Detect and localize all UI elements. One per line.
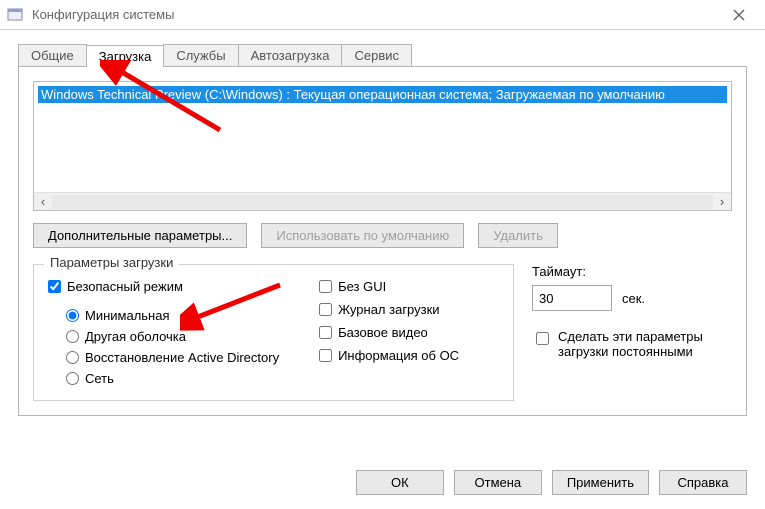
safe-mode-checkbox[interactable]: Безопасный режим xyxy=(48,279,279,294)
app-icon xyxy=(6,6,24,24)
network-radio[interactable]: Сеть xyxy=(66,371,279,386)
cancel-button[interactable]: Отмена xyxy=(454,470,542,495)
minimal-radio[interactable]: Минимальная xyxy=(66,308,279,323)
no-gui-checkbox[interactable]: Без GUI xyxy=(319,279,459,294)
horizontal-scrollbar[interactable]: ‹ › xyxy=(34,192,731,210)
dialog-button-row: ОК Отмена Применить Справка xyxy=(356,470,747,495)
delete-button: Удалить xyxy=(478,223,558,248)
boot-entry-list[interactable]: Windows Technical Preview (C:\Windows) :… xyxy=(33,81,732,211)
tab-services[interactable]: Службы xyxy=(163,44,238,66)
network-input[interactable] xyxy=(66,372,79,385)
alt-shell-label[interactable]: Другая оболочка xyxy=(85,329,186,344)
apply-button[interactable]: Применить xyxy=(552,470,649,495)
boot-entry-row[interactable]: Windows Technical Preview (C:\Windows) :… xyxy=(38,86,727,103)
minimal-input[interactable] xyxy=(66,309,79,322)
ad-repair-radio[interactable]: Восстановление Active Directory xyxy=(66,350,279,365)
timeout-input[interactable] xyxy=(532,285,612,311)
minimal-label[interactable]: Минимальная xyxy=(85,308,170,323)
base-video-label[interactable]: Базовое видео xyxy=(338,325,428,340)
window-title: Конфигурация системы xyxy=(32,7,719,22)
boot-log-input[interactable] xyxy=(319,303,332,316)
base-video-checkbox[interactable]: Базовое видео xyxy=(319,325,459,340)
os-info-input[interactable] xyxy=(319,349,332,362)
safe-mode-input[interactable] xyxy=(48,280,61,293)
close-button[interactable] xyxy=(719,0,759,30)
base-video-input[interactable] xyxy=(319,326,332,339)
advanced-options-button[interactable]: Дополнительные параметры... xyxy=(33,223,247,248)
boot-options-title: Параметры загрузки xyxy=(44,255,179,270)
os-info-checkbox[interactable]: Информация об ОС xyxy=(319,348,459,363)
persist-label[interactable]: Сделать эти параметры загрузки постоянны… xyxy=(558,329,732,359)
persist-input[interactable] xyxy=(536,332,549,345)
no-gui-input[interactable] xyxy=(319,280,332,293)
tab-strip: Общие Загрузка Службы Автозагрузка Серви… xyxy=(18,42,747,66)
scroll-track[interactable] xyxy=(52,195,713,209)
ad-repair-input[interactable] xyxy=(66,351,79,364)
tab-panel-boot: Windows Technical Preview (C:\Windows) :… xyxy=(18,66,747,416)
boot-options-group: Параметры загрузки Безопасный режим Мини… xyxy=(33,264,514,401)
os-info-label[interactable]: Информация об ОС xyxy=(338,348,459,363)
help-button[interactable]: Справка xyxy=(659,470,747,495)
timeout-section: Таймаут: сек. xyxy=(532,264,732,311)
persist-checkbox[interactable]: Сделать эти параметры загрузки постоянны… xyxy=(532,329,732,359)
set-default-button: Использовать по умолчанию xyxy=(261,223,464,248)
tab-general[interactable]: Общие xyxy=(18,44,87,66)
safe-mode-label[interactable]: Безопасный режим xyxy=(67,279,183,294)
scroll-left-icon[interactable]: ‹ xyxy=(34,193,52,211)
timeout-label: Таймаут: xyxy=(532,264,732,279)
scroll-right-icon[interactable]: › xyxy=(713,193,731,211)
alt-shell-input[interactable] xyxy=(66,330,79,343)
title-bar: Конфигурация системы xyxy=(0,0,765,30)
ok-button[interactable]: ОК xyxy=(356,470,444,495)
boot-log-label[interactable]: Журнал загрузки xyxy=(338,302,439,317)
tab-startup[interactable]: Автозагрузка xyxy=(238,44,343,66)
no-gui-label[interactable]: Без GUI xyxy=(338,279,386,294)
network-label[interactable]: Сеть xyxy=(85,371,114,386)
alt-shell-radio[interactable]: Другая оболочка xyxy=(66,329,279,344)
ad-repair-label[interactable]: Восстановление Active Directory xyxy=(85,350,279,365)
timeout-suffix: сек. xyxy=(622,291,645,306)
boot-log-checkbox[interactable]: Журнал загрузки xyxy=(319,302,459,317)
tab-tools[interactable]: Сервис xyxy=(341,44,412,66)
tab-boot[interactable]: Загрузка xyxy=(86,45,165,67)
